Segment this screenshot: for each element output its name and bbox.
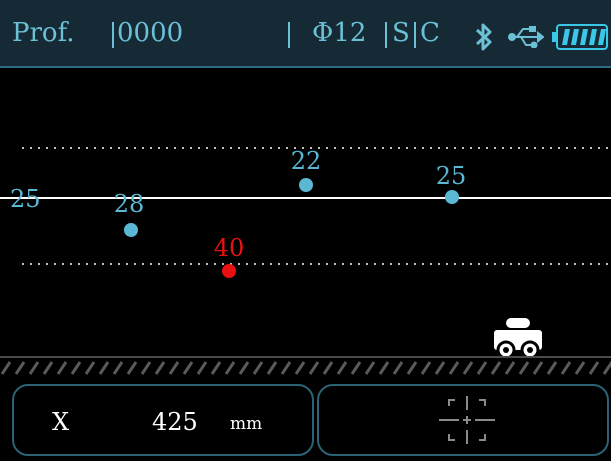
hatch-mark — [112, 361, 124, 375]
hatch-mark — [476, 361, 488, 375]
position-panel: X 425 mm — [12, 384, 314, 456]
scan-plot: 25 28 40 22 25 — [0, 147, 611, 375]
hatch-mark — [574, 361, 586, 375]
ground-hatch — [0, 361, 611, 375]
usb-icon — [508, 26, 544, 48]
hatch-mark — [448, 361, 460, 375]
hatch-mark — [126, 361, 138, 375]
rebar-depth-label: 22 — [291, 147, 322, 175]
hatch-mark — [322, 361, 334, 375]
hatch-mark — [602, 361, 611, 375]
hatch-mark — [224, 361, 236, 375]
axis-label: X — [52, 408, 70, 436]
hatch-mark — [392, 361, 404, 375]
hatch-mark — [238, 361, 250, 375]
crosshair-panel[interactable] — [317, 384, 609, 456]
diameter-value[interactable]: Φ12 — [312, 18, 366, 48]
hatch-mark — [182, 361, 194, 375]
hatch-mark — [98, 361, 110, 375]
reference-label: 25 — [10, 185, 41, 213]
battery-bar — [571, 29, 579, 45]
scanner-screen: Prof. 0000 Φ12 S C 25 28 40 22 25 X 425 … — [0, 0, 611, 461]
hatch-mark — [140, 361, 152, 375]
battery-bar — [562, 29, 570, 45]
hatch-mark — [210, 361, 222, 375]
hatch-mark — [336, 361, 348, 375]
battery-bar — [598, 29, 606, 45]
hatch-mark — [378, 361, 390, 375]
hatch-mark — [588, 361, 600, 375]
hatch-mark — [56, 361, 68, 375]
profile-value[interactable]: 0000 — [117, 18, 183, 48]
battery-icon — [552, 24, 608, 50]
rebar-marker[interactable]: 28 — [114, 190, 145, 237]
hatch-mark — [196, 361, 208, 375]
hatch-mark — [518, 361, 530, 375]
hatch-mark — [560, 361, 572, 375]
bluetooth-icon — [475, 23, 492, 51]
hatch-mark — [70, 361, 82, 375]
crosshair-icon[interactable] — [437, 394, 497, 446]
profile-label: Prof. — [12, 18, 75, 48]
divider — [414, 22, 416, 48]
battery-bar — [589, 29, 597, 45]
hatch-mark — [434, 361, 446, 375]
hatch-mark — [406, 361, 418, 375]
divider — [385, 22, 387, 48]
hatch-mark — [154, 361, 166, 375]
divider — [112, 22, 114, 48]
hatch-mark — [252, 361, 264, 375]
hatch-mark — [168, 361, 180, 375]
hatch-mark — [294, 361, 306, 375]
rebar-depth-label: 28 — [114, 190, 145, 218]
hatch-mark — [280, 361, 292, 375]
hatch-mark — [308, 361, 320, 375]
mode-c[interactable]: C — [420, 18, 440, 48]
hatch-mark — [84, 361, 96, 375]
battery-bar — [580, 29, 588, 45]
hatch-mark — [266, 361, 278, 375]
position-value: 425 — [152, 408, 198, 436]
hatch-mark — [462, 361, 474, 375]
hatch-mark — [28, 361, 40, 375]
hatch-mark — [350, 361, 362, 375]
cart-icon — [494, 318, 542, 360]
hatch-mark — [420, 361, 432, 375]
rebar-marker[interactable]: 22 — [291, 147, 322, 192]
unit-label: mm — [230, 414, 263, 434]
rebar-depth-label: 40 — [214, 234, 245, 262]
hatch-mark — [504, 361, 516, 375]
divider — [288, 22, 290, 48]
mode-s[interactable]: S — [392, 18, 410, 48]
hatch-mark — [546, 361, 558, 375]
hatch-mark — [14, 361, 26, 375]
hatch-mark — [490, 361, 502, 375]
hatch-mark — [532, 361, 544, 375]
hatch-mark — [0, 361, 12, 375]
rebar-marker[interactable]: 40 — [214, 234, 245, 278]
hatch-mark — [364, 361, 376, 375]
rebar-depth-label: 25 — [436, 162, 467, 190]
status-bar: Prof. 0000 Φ12 S C — [0, 0, 611, 66]
hatch-mark — [42, 361, 54, 375]
